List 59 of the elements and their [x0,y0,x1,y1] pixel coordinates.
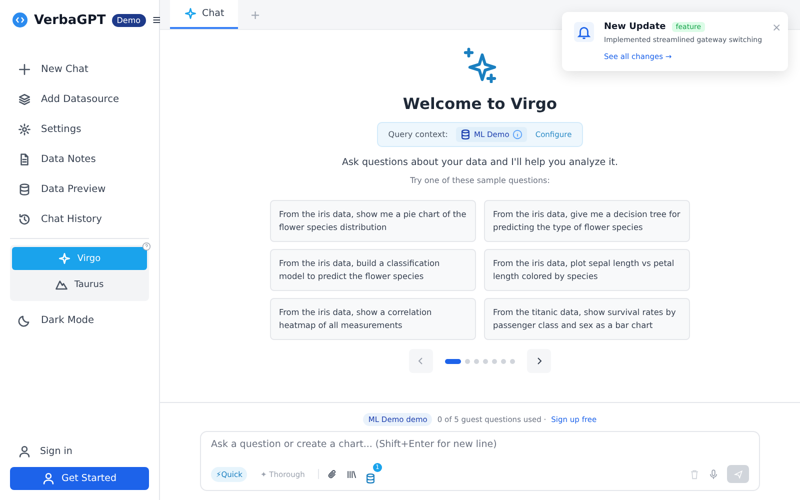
chevron-right-icon [535,357,543,365]
sparkle-icon [462,47,498,83]
welcome-subtitle: Ask questions about your data and I'll help you analyze it. [342,157,618,168]
get-started-button[interactable]: Get Started [10,467,149,490]
next-button[interactable] [527,349,551,373]
info-icon [512,129,524,140]
database-icon [364,472,376,484]
page-dot[interactable] [483,358,488,364]
mountain-icon [55,278,68,291]
page-dot[interactable] [510,358,515,364]
layers-icon [18,92,31,106]
nav-item[interactable]: Data Preview [10,174,149,204]
mode-option[interactable]: Taurus [12,273,147,296]
sparkle-icon [184,7,197,20]
database-icon [460,129,471,140]
trash-icon [689,468,700,480]
logo-icon [12,12,28,28]
user-icon [42,472,56,485]
paperclip-icon [326,468,338,480]
demo-badge: Demo [112,14,146,26]
page-dot[interactable] [465,358,470,364]
sign-in-link[interactable]: Sign in [10,444,149,459]
sample-question[interactable]: From the iris data, show me a pie chart of the flower species distribution [270,200,476,242]
brand-name: VerbaGPT [34,12,106,28]
settings-icon [18,122,31,136]
page-dot[interactable] [474,358,479,364]
nav-item[interactable]: Data Notes [10,144,149,174]
sparkle-icon [58,252,72,265]
document-icon [18,152,31,166]
context-label: Query context: [388,130,448,139]
menu-icon [152,15,162,25]
nav-item[interactable]: Settings [10,114,149,144]
history-icon [18,212,31,226]
page-dot[interactable] [501,358,506,364]
chevron-left-icon [417,357,425,365]
library-icon [346,468,357,480]
sample-question[interactable]: From the iris data, plot sepal length vs petal length colored by species [484,249,690,291]
sample-question[interactable]: From the titanic data, show survival rates by passenger class and sex as a bar chart [484,298,690,340]
dark-mode-toggle[interactable]: Dark Mode [10,305,149,335]
welcome-title: Welcome to Virgo [402,95,558,113]
previous-button[interactable] [409,349,433,373]
database-icon [18,182,31,196]
nav-item[interactable]: Chat History [10,204,149,234]
user-icon [18,445,31,458]
nav-item[interactable]: New Chat [10,54,149,84]
send-icon [734,470,742,478]
notification-title: New Update [604,22,666,32]
sample-hint: Try one of these sample questions: [410,176,550,185]
sample-question[interactable]: From the iris data, give me a decision tree for predicting the type of flower species [484,200,690,242]
send-button[interactable] [727,465,749,483]
chat-tab[interactable]: Chat [170,0,238,29]
bell-icon [574,22,594,42]
sample-question[interactable]: From the iris data, show a correlation heatmap of all measurements [270,298,476,340]
sample-question[interactable]: From the iris data, build a classification model to predict the flower species [270,249,476,291]
nav-item[interactable]: Add Datasource [10,84,149,114]
moon-icon [18,314,31,326]
microphone-icon [708,468,719,480]
page-dot[interactable] [492,358,497,364]
plus-icon [18,62,31,76]
